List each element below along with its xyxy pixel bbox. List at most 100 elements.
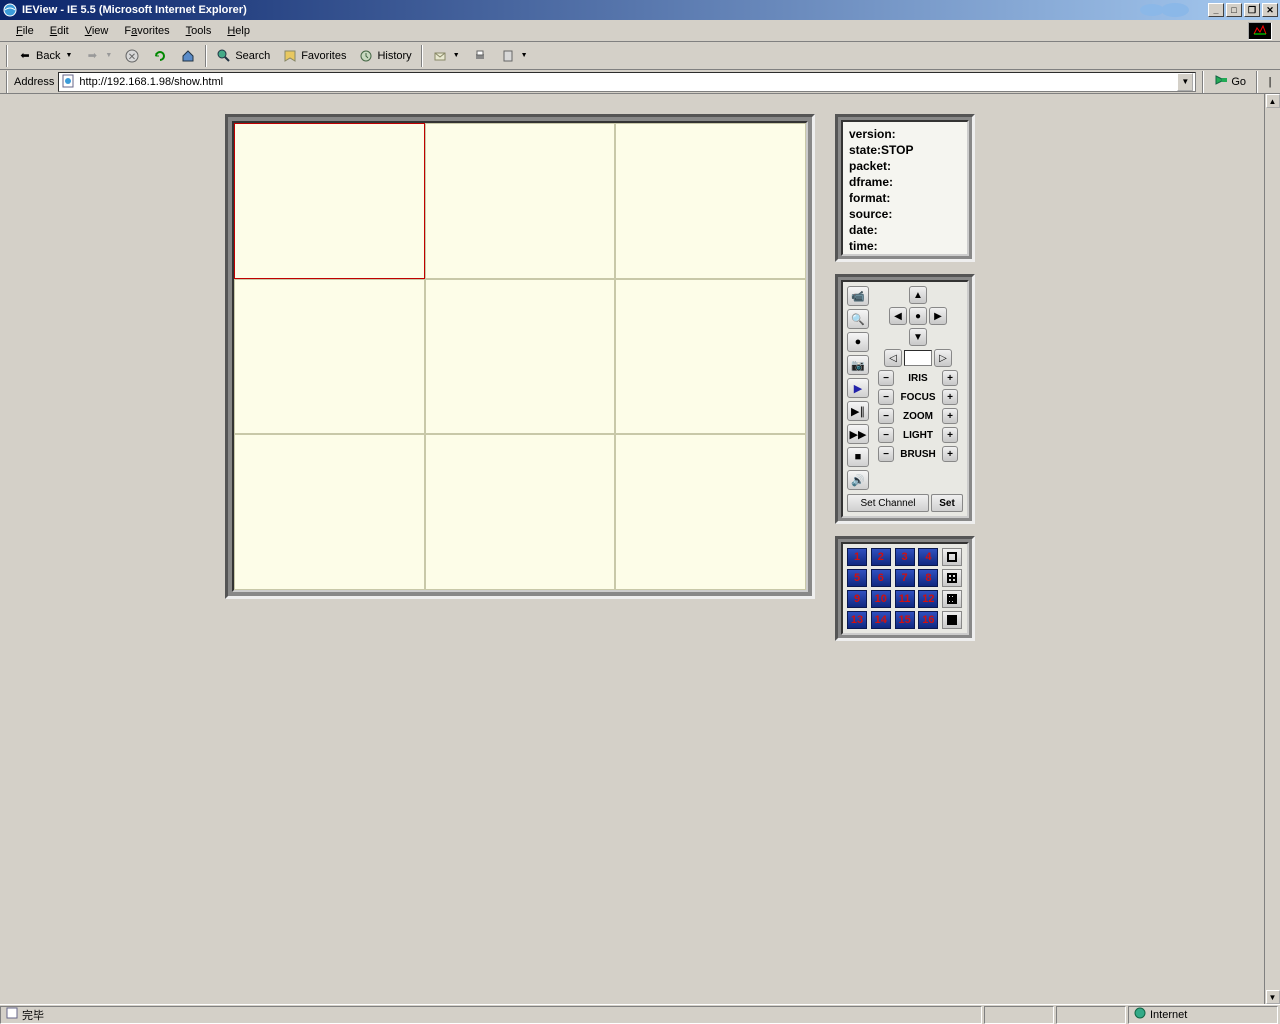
menu-help[interactable]: Help <box>219 23 258 39</box>
set-channel-button[interactable]: Set Channel <box>847 494 929 512</box>
layout-l16-button[interactable] <box>942 611 962 629</box>
video-cell-3[interactable] <box>615 123 806 279</box>
channel-6-button[interactable]: 6 <box>871 569 891 587</box>
channel-13-button[interactable]: 13 <box>847 611 867 629</box>
iris-plus-button[interactable]: + <box>942 370 958 386</box>
video-cell-7[interactable] <box>234 434 425 590</box>
menu-view[interactable]: View <box>77 23 117 39</box>
layout-l4-button[interactable] <box>942 569 962 587</box>
video-cell-6[interactable] <box>615 279 806 435</box>
channel-16-button[interactable]: 16 <box>918 611 938 629</box>
layout-l1-icon <box>947 552 957 562</box>
light-plus-button[interactable]: + <box>942 427 958 443</box>
back-button[interactable]: ⬅ Back ▼ <box>12 45 77 67</box>
step-icon: ▶∥ <box>851 405 865 418</box>
page-icon <box>61 74 77 90</box>
scroll-up-button[interactable]: ▲ <box>1266 94 1280 108</box>
preset-input[interactable] <box>904 350 932 366</box>
zoom-minus-button[interactable]: − <box>878 408 894 424</box>
focus-plus-button[interactable]: + <box>942 389 958 405</box>
stop-button[interactable]: ✕ <box>119 45 145 67</box>
go-icon <box>1214 73 1228 90</box>
light-minus-button[interactable]: − <box>878 427 894 443</box>
channel-15-button[interactable]: 15 <box>895 611 915 629</box>
page-content: version: state:STOP packet: dframe: form… <box>0 94 1264 1004</box>
ptz-center-button[interactable]: ● <box>909 307 927 325</box>
ptz-left-button[interactable]: ◀ <box>889 307 907 325</box>
video-cell-9[interactable] <box>615 434 806 590</box>
menu-file[interactable]: File <box>8 23 42 39</box>
video-cell-8[interactable] <box>425 434 616 590</box>
edit-button[interactable]: ▼ <box>495 45 533 67</box>
channel-5-button[interactable]: 5 <box>847 569 867 587</box>
preset-prev-button[interactable]: ◁ <box>884 349 902 367</box>
step-button[interactable]: ▶∥ <box>847 401 869 421</box>
address-dropdown-button[interactable]: ▼ <box>1177 73 1193 91</box>
print-button[interactable] <box>467 45 493 67</box>
close-button[interactable]: ✕ <box>1262 3 1278 17</box>
restore-button[interactable]: ❐ <box>1244 3 1260 17</box>
forward-button[interactable]: ➡▼ <box>79 45 117 67</box>
stop-record-button[interactable]: ■ <box>847 447 869 467</box>
home-button[interactable] <box>175 45 201 67</box>
zone-pane: Internet <box>1128 1006 1278 1024</box>
channel-14-button[interactable]: 14 <box>871 611 891 629</box>
zoom-plus-button[interactable]: + <box>942 408 958 424</box>
mail-icon <box>432 48 448 64</box>
maximize-button[interactable]: □ <box>1226 3 1242 17</box>
scroll-down-button[interactable]: ▼ <box>1266 990 1280 1004</box>
refresh-button[interactable] <box>147 45 173 67</box>
brush-minus-button[interactable]: − <box>878 446 894 462</box>
layout-l9-button[interactable] <box>942 590 962 608</box>
zoom-button[interactable]: 🔍 <box>847 309 869 329</box>
layout-l1-button[interactable] <box>942 548 962 566</box>
channel-2-button[interactable]: 2 <box>871 548 891 566</box>
address-input[interactable] <box>79 74 1177 90</box>
address-bar: Address ▼ Go | <box>0 70 1280 94</box>
throbber-icon <box>1248 22 1272 40</box>
play-button[interactable]: ▶ <box>847 378 869 398</box>
zone-label: Internet <box>1150 1009 1187 1021</box>
video-cell-2[interactable] <box>425 123 616 279</box>
history-button[interactable]: History <box>353 45 416 67</box>
channel-1-button[interactable]: 1 <box>847 548 867 566</box>
favorites-button[interactable]: Favorites <box>277 45 351 67</box>
search-button[interactable]: Search <box>211 45 275 67</box>
fastfwd-button[interactable]: ▶▶ <box>847 424 869 444</box>
iris-minus-button[interactable]: − <box>878 370 894 386</box>
ptz-down-button[interactable]: ▼ <box>909 328 927 346</box>
sound-icon: 🔊 <box>851 474 865 487</box>
channel-12-button[interactable]: 12 <box>918 590 938 608</box>
channel-8-button[interactable]: 8 <box>918 569 938 587</box>
mail-button[interactable]: ▼ <box>427 45 465 67</box>
set-button[interactable]: Set <box>931 494 963 512</box>
menu-edit[interactable]: Edit <box>42 23 77 39</box>
video-cell-5[interactable] <box>425 279 616 435</box>
channel-10-button[interactable]: 10 <box>871 590 891 608</box>
brush-plus-button[interactable]: + <box>942 446 958 462</box>
go-button[interactable]: Go <box>1210 72 1250 92</box>
ptz-right-button[interactable]: ▶ <box>929 307 947 325</box>
channel-3-button[interactable]: 3 <box>895 548 915 566</box>
preset-next-button[interactable]: ▷ <box>934 349 952 367</box>
next-icon: ▷ <box>939 353 947 364</box>
channel-4-button[interactable]: 4 <box>918 548 938 566</box>
layout-l9-icon <box>947 594 957 604</box>
vertical-scrollbar[interactable]: ▲ ▼ <box>1264 94 1280 1004</box>
menu-favorites[interactable]: Favorites <box>116 23 177 39</box>
snapshot-button[interactable]: 📷 <box>847 355 869 375</box>
video-cell-4[interactable] <box>234 279 425 435</box>
ptz-up-button[interactable]: ▲ <box>909 286 927 304</box>
focus-minus-button[interactable]: − <box>878 389 894 405</box>
channel-7-button[interactable]: 7 <box>895 569 915 587</box>
menu-tools[interactable]: Tools <box>178 23 220 39</box>
channel-9-button[interactable]: 9 <box>847 590 867 608</box>
video-cell-1[interactable] <box>234 123 425 279</box>
sound-button[interactable]: 🔊 <box>847 470 869 490</box>
camera-button[interactable]: 📹 <box>847 286 869 306</box>
address-input-wrap[interactable]: ▼ <box>58 72 1196 92</box>
minimize-button[interactable]: _ <box>1208 3 1224 17</box>
magnify-icon: 🔍 <box>851 313 865 326</box>
channel-11-button[interactable]: 11 <box>895 590 915 608</box>
record-button[interactable]: ● <box>847 332 869 352</box>
